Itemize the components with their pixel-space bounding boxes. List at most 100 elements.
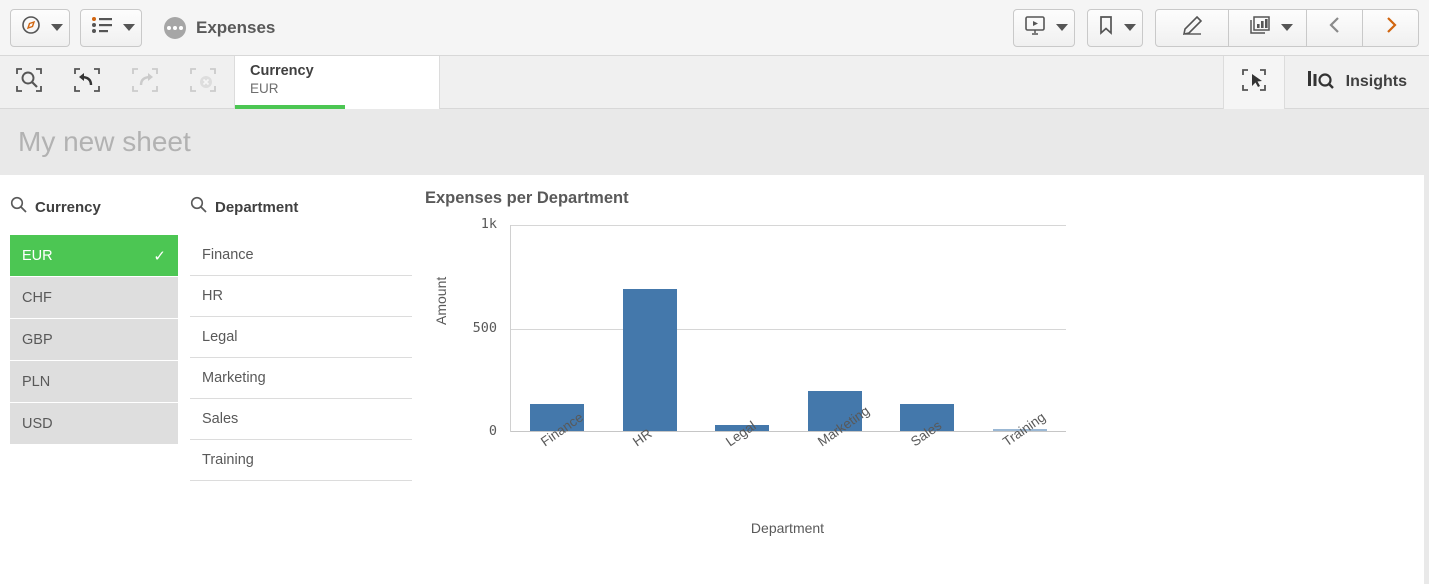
chart-gridline [511, 225, 1066, 226]
list-item[interactable]: Sales [190, 399, 412, 440]
list-item-label: Finance [202, 247, 254, 263]
chart-y-tick-label: 500 [472, 319, 497, 336]
bookmark-icon [1098, 15, 1114, 40]
step-back-button[interactable] [58, 56, 116, 108]
clear-all-selections-button [174, 56, 232, 108]
chevron-down-icon [51, 24, 63, 31]
list-item[interactable]: Finance [190, 235, 412, 276]
selection-bar-right: Insights [1222, 55, 1429, 109]
edit-sheet-button[interactable] [1155, 8, 1229, 47]
chart-plot-wrapper: Amount 0 500 1k Finance HR Legal Marketing Sal… [425, 216, 1125, 536]
sheet-content: Currency EUR ✓ CHF GBP PLN USD Departmen… [0, 175, 1424, 584]
filter-header-currency[interactable]: Currency [10, 175, 178, 227]
chevron-down-icon [1280, 24, 1293, 31]
step-forward-icon [131, 67, 159, 98]
chart-y-tick-label: 0 [488, 423, 497, 439]
chevron-right-icon [1384, 15, 1398, 40]
chart-y-tick-label: 1k [480, 216, 497, 232]
chart-bar[interactable] [622, 288, 677, 431]
edit-and-nav-group [1155, 8, 1419, 47]
step-forward-button [116, 56, 174, 108]
filter-pane-department: Department Finance HR Legal Marketing Sa… [190, 175, 412, 481]
page-title: My new sheet [18, 126, 191, 157]
selection-chip-value: EUR [250, 80, 279, 96]
chart-x-axis-ticks: Finance HR Legal Marketing Sales Training [510, 403, 1065, 507]
app-title-area[interactable]: Expenses [164, 16, 275, 39]
selection-chip-currency[interactable]: Currency EUR [234, 55, 440, 109]
selection-bar: Currency EUR Insights [0, 55, 1429, 109]
bookmarks-group [1087, 8, 1143, 47]
list-item[interactable]: USD [10, 403, 178, 444]
charts-button[interactable] [1229, 8, 1307, 47]
selection-search-icon [15, 67, 43, 98]
chart-title: Expenses per Department [425, 189, 629, 207]
chevron-left-icon [1328, 15, 1342, 40]
list-item-label: Training [202, 452, 254, 468]
lasso-selection-icon [1240, 67, 1268, 98]
navigation-button[interactable] [10, 8, 70, 47]
list-item-label: Legal [202, 329, 238, 345]
chart-x-axis-label: Department [750, 520, 825, 536]
filter-title-currency: Currency [35, 198, 101, 216]
clear-selections-icon [189, 67, 217, 98]
compass-icon [21, 15, 41, 40]
lasso-selection-button[interactable] [1222, 55, 1285, 109]
chart-y-axis-label: Amount [433, 276, 449, 325]
list-item-label: CHF [22, 289, 52, 306]
chevron-down-icon [123, 24, 135, 31]
list-item[interactable]: GBP [10, 319, 178, 360]
filter-pane-currency: Currency EUR ✓ CHF GBP PLN USD [10, 175, 178, 445]
list-item-label: Sales [202, 411, 239, 427]
bar-chart-expenses-per-department[interactable]: Expenses per Department Amount 0 500 1k Fi… [425, 175, 1125, 584]
sheet-title-bar: My new sheet [0, 109, 1429, 175]
list-item[interactable]: PLN [10, 361, 178, 402]
storytelling-button[interactable] [1013, 8, 1075, 47]
selection-tools [0, 56, 232, 108]
list-item-label: Marketing [202, 370, 266, 386]
selection-search-button[interactable] [0, 56, 58, 108]
top-right-buttons [1001, 8, 1419, 47]
top-left-buttons [10, 8, 142, 47]
list-item-label: EUR [22, 247, 53, 264]
list-item[interactable]: Marketing [190, 358, 412, 399]
list-item-label: HR [202, 288, 223, 304]
chevron-down-icon [1056, 24, 1068, 31]
top-toolbar: Expenses [0, 0, 1429, 56]
chart-baseline [511, 431, 1066, 432]
insights-button[interactable]: Insights [1285, 56, 1429, 109]
sheets-button[interactable] [80, 8, 142, 47]
next-sheet-button[interactable] [1363, 8, 1419, 47]
pencil-icon [1180, 14, 1204, 41]
selection-chip-field: Currency [250, 62, 314, 79]
chart-plot-area [510, 225, 1066, 432]
insights-icon [1307, 68, 1335, 97]
list-item-label: USD [22, 415, 53, 432]
filter-list-department: Finance HR Legal Marketing Sales Trainin… [190, 235, 412, 481]
bar-chart-icon [1247, 15, 1271, 40]
selection-chip-indicator [235, 104, 345, 109]
filter-list-currency: EUR ✓ CHF GBP PLN USD [10, 235, 178, 444]
chart-gridline [511, 328, 1066, 330]
filter-header-department[interactable]: Department [190, 175, 412, 227]
search-icon[interactable] [10, 196, 27, 218]
list-item-label: PLN [22, 373, 51, 390]
chevron-down-icon [1124, 24, 1136, 31]
list-item[interactable]: EUR ✓ [10, 235, 178, 276]
app-menu-dots-icon[interactable] [164, 16, 186, 39]
step-back-icon [73, 67, 101, 98]
filter-title-department: Department [215, 198, 299, 216]
previous-sheet-button[interactable] [1307, 8, 1363, 47]
bookmarks-button[interactable] [1087, 8, 1143, 47]
list-item[interactable]: Legal [190, 317, 412, 358]
search-icon[interactable] [190, 196, 207, 218]
right-edge-strip [1424, 175, 1429, 584]
insights-label: Insights [1345, 73, 1407, 90]
sheet-list-icon [91, 16, 113, 39]
list-item-label: GBP [22, 331, 53, 348]
check-icon: ✓ [153, 247, 166, 265]
storytelling-group [1013, 8, 1075, 47]
list-item[interactable]: HR [190, 276, 412, 317]
list-item[interactable]: Training [190, 440, 412, 481]
list-item[interactable]: CHF [10, 277, 178, 318]
presentation-icon [1024, 15, 1046, 40]
